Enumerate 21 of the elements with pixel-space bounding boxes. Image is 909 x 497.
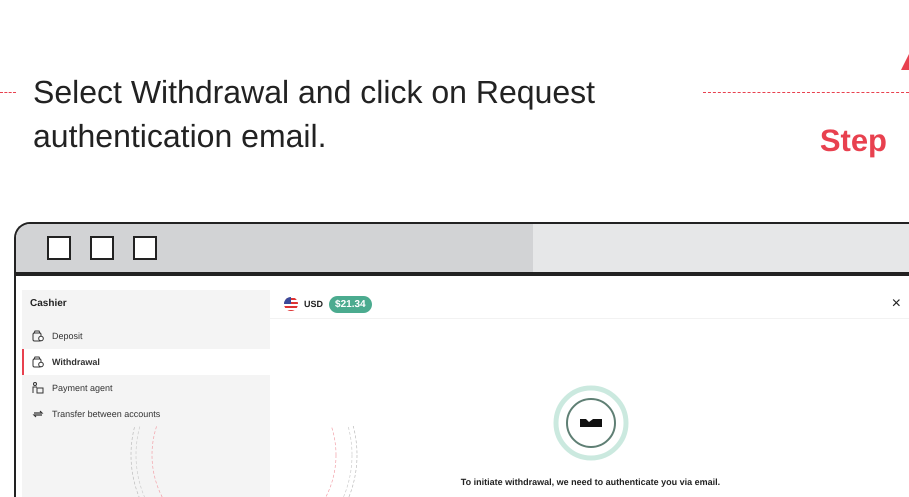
instruction-text: Select Withdrawal and click on Request authentication email. — [33, 73, 596, 156]
dotted-line — [0, 92, 16, 93]
close-button[interactable]: × — [890, 295, 903, 313]
sidebar-item[interactable]: Payment agent — [22, 375, 270, 401]
sidebar-item[interactable]: Withdrawal — [22, 349, 270, 375]
window-control-icon[interactable] — [90, 236, 114, 260]
sidebar-item[interactable]: Transfer between accounts — [22, 401, 270, 427]
window-control-icon[interactable] — [133, 236, 157, 260]
currency-label: USD — [304, 299, 324, 309]
wallet-icon — [32, 330, 44, 342]
person-icon — [32, 382, 44, 394]
sidebar-title: Cashier — [29, 297, 68, 311]
flag-icon — [284, 297, 298, 311]
window-control-icon[interactable] — [47, 236, 71, 260]
balance-pill: $21.34 — [329, 296, 372, 312]
message-text: To initiate withdrawal, we need to authenticate you via email. — [460, 477, 720, 487]
sidebar-item[interactable]: Deposit — [22, 323, 270, 349]
step-label: Step — [820, 123, 888, 159]
arrows-icon — [32, 408, 44, 420]
wallet-icon — [32, 356, 44, 368]
arrowhead-icon — [901, 54, 909, 70]
